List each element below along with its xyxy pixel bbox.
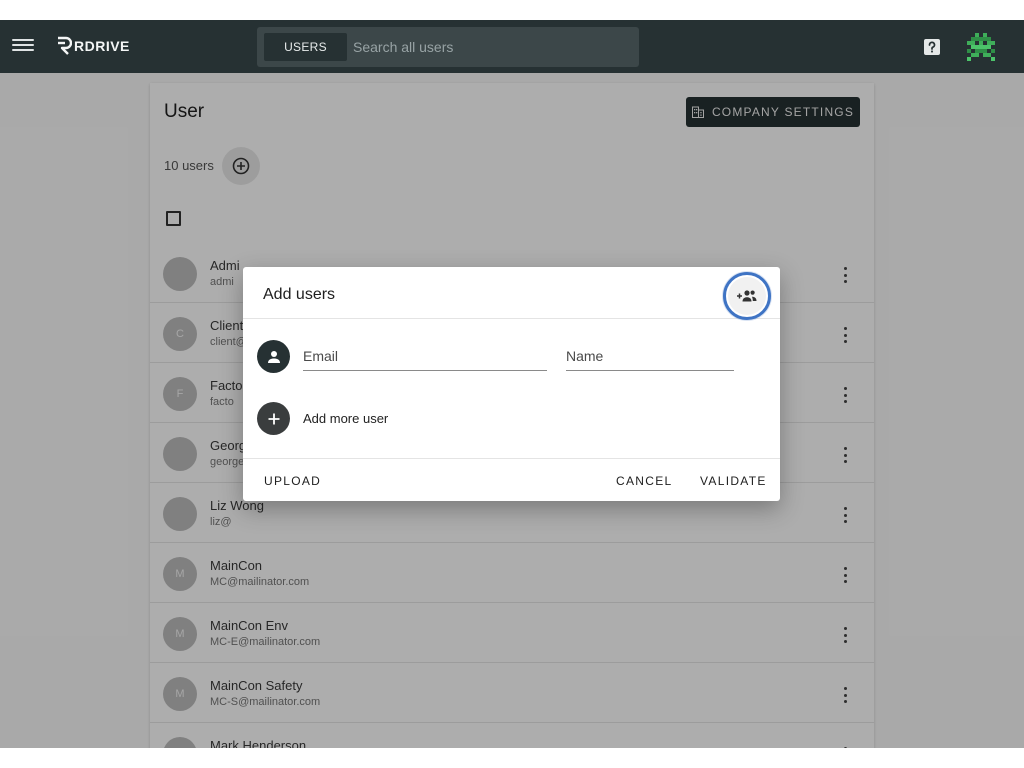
name-field[interactable] bbox=[566, 339, 734, 371]
search-input[interactable] bbox=[353, 33, 623, 61]
upload-button[interactable]: UPLOAD bbox=[264, 459, 321, 502]
logo-text: RDRIVE bbox=[74, 38, 130, 54]
group-add-icon bbox=[737, 290, 757, 302]
app-window: RDRIVE USERS Search all users User COMPA… bbox=[0, 0, 1024, 768]
cancel-button[interactable]: CANCEL bbox=[616, 459, 672, 502]
add-users-dialog: Add users Email Name Add more user UPLOA… bbox=[243, 267, 780, 501]
add-more-user-button[interactable] bbox=[257, 402, 290, 435]
validate-button[interactable]: VALIDATE bbox=[700, 459, 767, 502]
search-bar: USERS bbox=[257, 27, 639, 67]
logo-mark-icon bbox=[58, 36, 72, 55]
name-input[interactable] bbox=[566, 339, 734, 369]
search-scope-tab[interactable]: USERS bbox=[264, 33, 347, 61]
add-group-button[interactable] bbox=[723, 272, 771, 320]
plus-icon bbox=[268, 413, 279, 424]
email-field[interactable] bbox=[303, 339, 547, 371]
add-more-user-link[interactable]: Add more user bbox=[303, 411, 388, 426]
top-bar: RDRIVE USERS bbox=[0, 20, 1024, 73]
help-icon[interactable] bbox=[923, 38, 941, 56]
logo[interactable]: RDRIVE bbox=[56, 34, 130, 58]
person-icon bbox=[257, 340, 290, 373]
hamburger-menu-icon[interactable] bbox=[12, 36, 34, 56]
dialog-actions: UPLOAD CANCEL VALIDATE bbox=[243, 458, 780, 501]
pixel-avatar-icon[interactable] bbox=[967, 33, 995, 61]
email-input[interactable] bbox=[303, 339, 547, 369]
dialog-title: Add users bbox=[263, 286, 336, 303]
dialog-header: Add users bbox=[243, 267, 780, 320]
